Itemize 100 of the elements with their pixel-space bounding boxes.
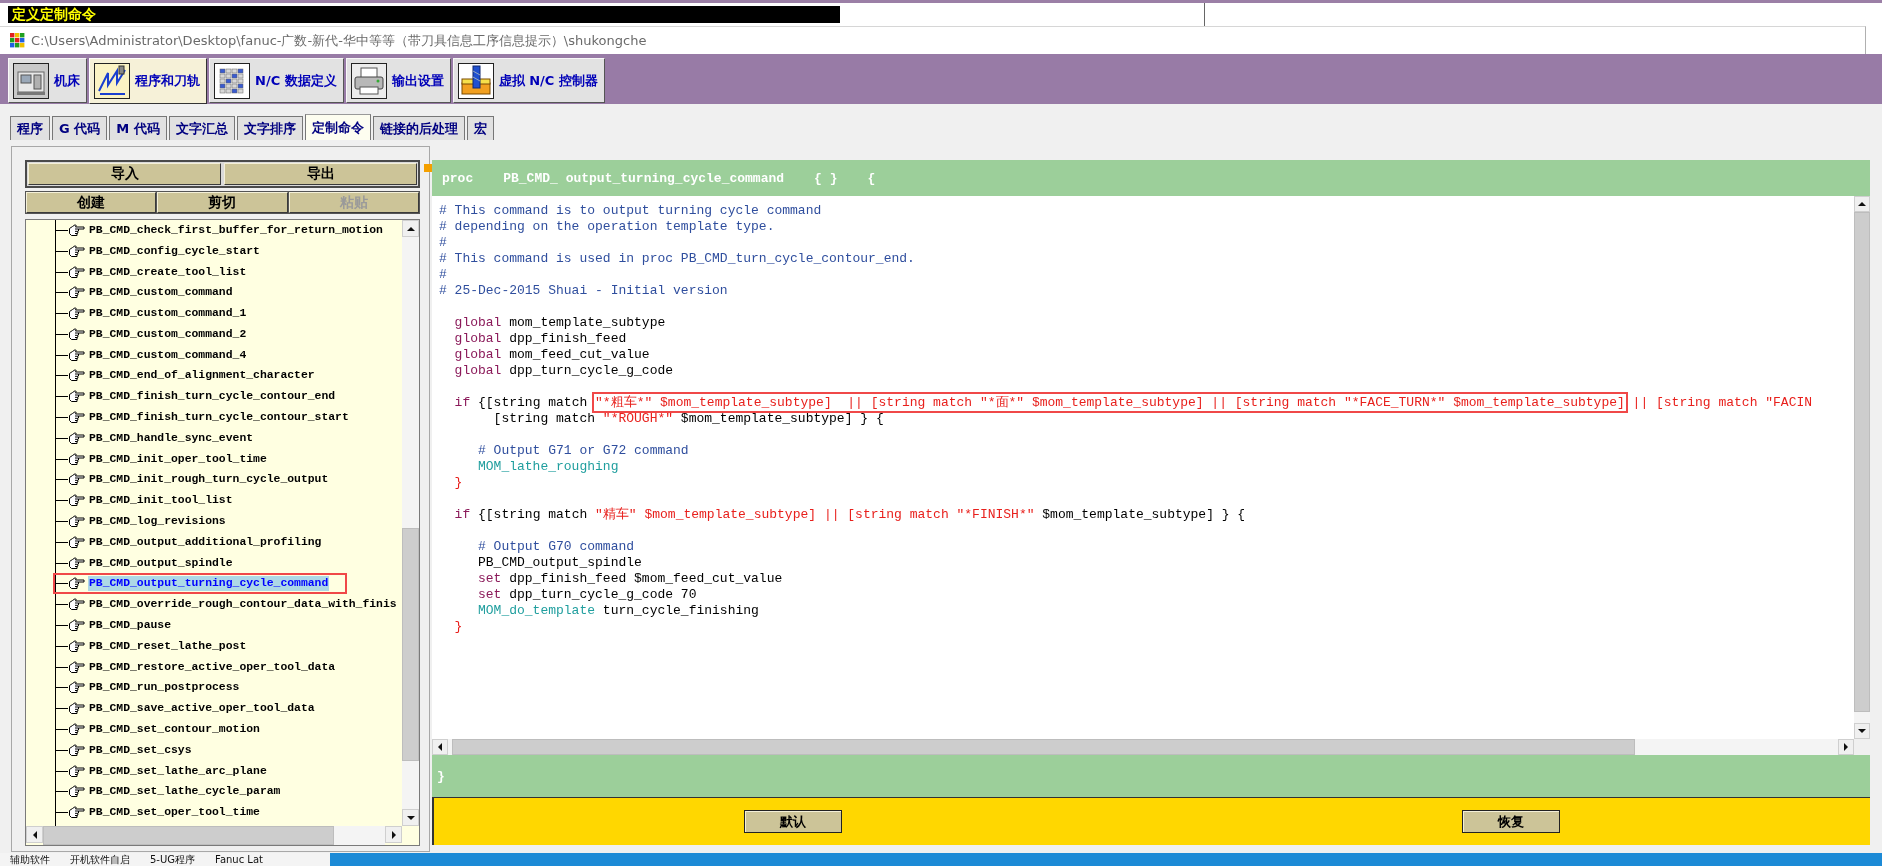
sub-tab[interactable]: 程序 <box>10 116 50 140</box>
main-tab[interactable]: 输出设置 <box>345 58 451 103</box>
desktop-icon-label: 5-UG程序 <box>150 853 196 866</box>
machine-icon <box>13 62 49 99</box>
command-item[interactable]: PB_CMD_set_lathe_cycle_param <box>88 784 282 800</box>
scroll-down-button[interactable] <box>1854 723 1870 739</box>
right-arrow-icon <box>391 830 396 839</box>
open-brace: { <box>867 170 876 186</box>
command-item[interactable]: PB_CMD_log_revisions <box>88 514 227 530</box>
desktop-icon-label: 辅助软件 <box>10 853 50 866</box>
command-item[interactable]: PB_CMD_end_of_alignment_character <box>88 368 316 384</box>
main-tab[interactable]: 机床 <box>8 58 87 103</box>
scroll-right-button[interactable] <box>1838 739 1854 755</box>
edit-button[interactable]: 创建 <box>26 192 157 213</box>
command-item[interactable]: PB_CMD_init_oper_tool_time <box>88 451 268 467</box>
command-item[interactable]: PB_CMD_finish_turn_cycle_contour_end <box>88 389 337 405</box>
command-item[interactable]: PB_CMD_set_csys <box>88 742 193 758</box>
command-item[interactable]: PB_CMD_set_contour_motion <box>88 722 261 738</box>
command-item[interactable]: PB_CMD_output_turning_cycle_command <box>88 576 330 592</box>
edit-button[interactable]: 剪切 <box>157 192 288 213</box>
code-line: MOM_do_template turn_cycle_finishing <box>477 603 760 619</box>
dialog-title: 定义定制命令 <box>8 6 840 23</box>
code-line: # Output G71 or G72 command <box>477 443 690 459</box>
code-line: global mom_template_subtype <box>453 315 667 331</box>
action-button[interactable]: 默认 <box>744 810 842 833</box>
code-line: PB_CMD_output_spindle <box>477 555 643 571</box>
command-item[interactable]: PB_CMD_config_cycle_start <box>88 243 261 259</box>
sub-tab[interactable]: 定制命令 <box>304 114 371 140</box>
command-item[interactable]: PB_CMD_pause <box>88 618 173 634</box>
down-arrow-icon <box>1858 729 1866 733</box>
code-line: # 25-Dec-2015 Shuai - Initial version <box>439 283 729 299</box>
up-arrow-icon <box>1858 202 1866 206</box>
code-line: # This command is used in proc PB_CMD_turn_cycle_contour_end. <box>439 251 916 267</box>
code-line: # This command is to output turning cycle command <box>439 203 823 219</box>
command-item[interactable]: PB_CMD_custom_command_4 <box>88 347 248 363</box>
file-button[interactable]: 导出 <box>224 163 417 185</box>
code-line: global dpp_finish_feed <box>453 331 628 347</box>
code-line: } <box>453 619 464 635</box>
scrollbar-thumb[interactable] <box>402 528 419 761</box>
sub-tab[interactable]: 文字汇总 <box>168 116 235 140</box>
code-line: MOM_lathe_roughing <box>477 459 620 475</box>
command-item[interactable]: PB_CMD_custom_command <box>88 285 234 301</box>
command-item[interactable]: PB_CMD_custom_command_2 <box>88 326 248 342</box>
command-item[interactable]: PB_CMD_handle_sync_event <box>88 430 255 446</box>
right-arrow-icon <box>1844 743 1848 751</box>
grid-icon <box>214 62 250 99</box>
main-tab[interactable]: N/C 数据定义 <box>209 58 344 103</box>
sub-tab[interactable]: 文字排序 <box>236 116 303 140</box>
code-line: [string match "*ROUGH*" $mom_template_subtype] } { <box>492 411 885 427</box>
scroll-up-button[interactable] <box>1854 196 1870 212</box>
file-button[interactable]: 导入 <box>28 163 221 185</box>
procedure-args: { } <box>814 170 838 186</box>
command-item[interactable]: PB_CMD_override_rough_contour_data_with_finis <box>88 597 398 613</box>
code-line: set dpp_finish_feed $mom_feed_cut_value <box>477 571 784 587</box>
command-item[interactable]: PB_CMD_check_first_buffer_for_return_motion <box>88 222 384 238</box>
command-item[interactable]: PB_CMD_init_tool_list <box>88 493 234 509</box>
command-item[interactable]: PB_CMD_reset_lathe_post <box>88 638 248 654</box>
code-line: global mom_feed_cut_value <box>453 347 651 363</box>
desktop-icon-label: Fanuc Lat <box>215 853 263 866</box>
toolpath-icon <box>94 63 130 99</box>
command-item[interactable]: PB_CMD_create_tool_list <box>88 264 248 280</box>
scroll-left-button[interactable] <box>432 739 448 755</box>
code-text: if {[string match <box>453 395 589 410</box>
scroll-left-button[interactable] <box>26 826 43 843</box>
command-item[interactable]: PB_CMD_set_oper_tool_time <box>88 805 261 821</box>
marked-code: "*粗车*" $mom_template_subtype] || [string match "*面*" $mom_template_subtype] || [string match "*FACE_TURN*" $mom_template_subtype] <box>592 392 1628 413</box>
scroll-up-button[interactable] <box>402 220 419 237</box>
sub-tab[interactable]: 宏 <box>466 116 494 140</box>
sub-tab[interactable]: 链接的后处理 <box>372 116 465 140</box>
marker-icon <box>424 164 432 172</box>
code-line: set dpp_turn_cycle_g_code 70 <box>477 587 698 603</box>
command-item[interactable]: PB_CMD_init_rough_turn_cycle_output <box>88 472 330 488</box>
code-line: # Output G70 command <box>477 539 636 555</box>
action-button[interactable]: 恢复 <box>1462 810 1560 833</box>
app-icon <box>10 33 25 48</box>
scroll-right-button[interactable] <box>385 826 402 843</box>
sub-tab[interactable]: G 代码 <box>52 116 108 140</box>
left-arrow-icon <box>32 830 37 839</box>
procedure-name: PB_CMD_ output_turning_cycle_command <box>503 170 785 186</box>
code-line: # <box>439 267 448 283</box>
scroll-down-button[interactable] <box>402 809 419 826</box>
command-item[interactable]: PB_CMD_output_additional_profiling <box>88 534 323 550</box>
sub-tab[interactable]: M 代码 <box>109 116 167 140</box>
code-line: if {[string match "精车" $mom_template_subtype] || [string match "*FINISH*" $mom_template_subtype] } { <box>453 507 1247 523</box>
command-item[interactable]: PB_CMD_output_spindle <box>88 555 234 571</box>
command-item[interactable]: PB_CMD_restore_active_oper_tool_data <box>88 659 337 675</box>
down-arrow-icon <box>406 815 415 820</box>
printer-icon <box>350 62 387 99</box>
main-tab[interactable]: 程序和刀轨 <box>89 58 207 104</box>
drill-icon <box>457 62 494 99</box>
close-brace: } <box>437 768 445 784</box>
command-item[interactable]: PB_CMD_custom_command_1 <box>88 306 248 322</box>
command-item[interactable]: PB_CMD_finish_turn_cycle_contour_start <box>88 410 350 426</box>
up-arrow-icon <box>406 226 415 231</box>
command-item[interactable]: PB_CMD_run_postprocess <box>88 680 241 696</box>
proc-keyword: proc <box>442 170 474 186</box>
command-item[interactable]: PB_CMD_save_active_oper_tool_data <box>88 701 316 717</box>
main-tab[interactable]: 虚拟 N/C 控制器 <box>452 58 605 103</box>
desktop-icon-label: 开机软件自启 <box>70 853 130 866</box>
command-item[interactable]: PB_CMD_set_lathe_arc_plane <box>88 763 268 779</box>
